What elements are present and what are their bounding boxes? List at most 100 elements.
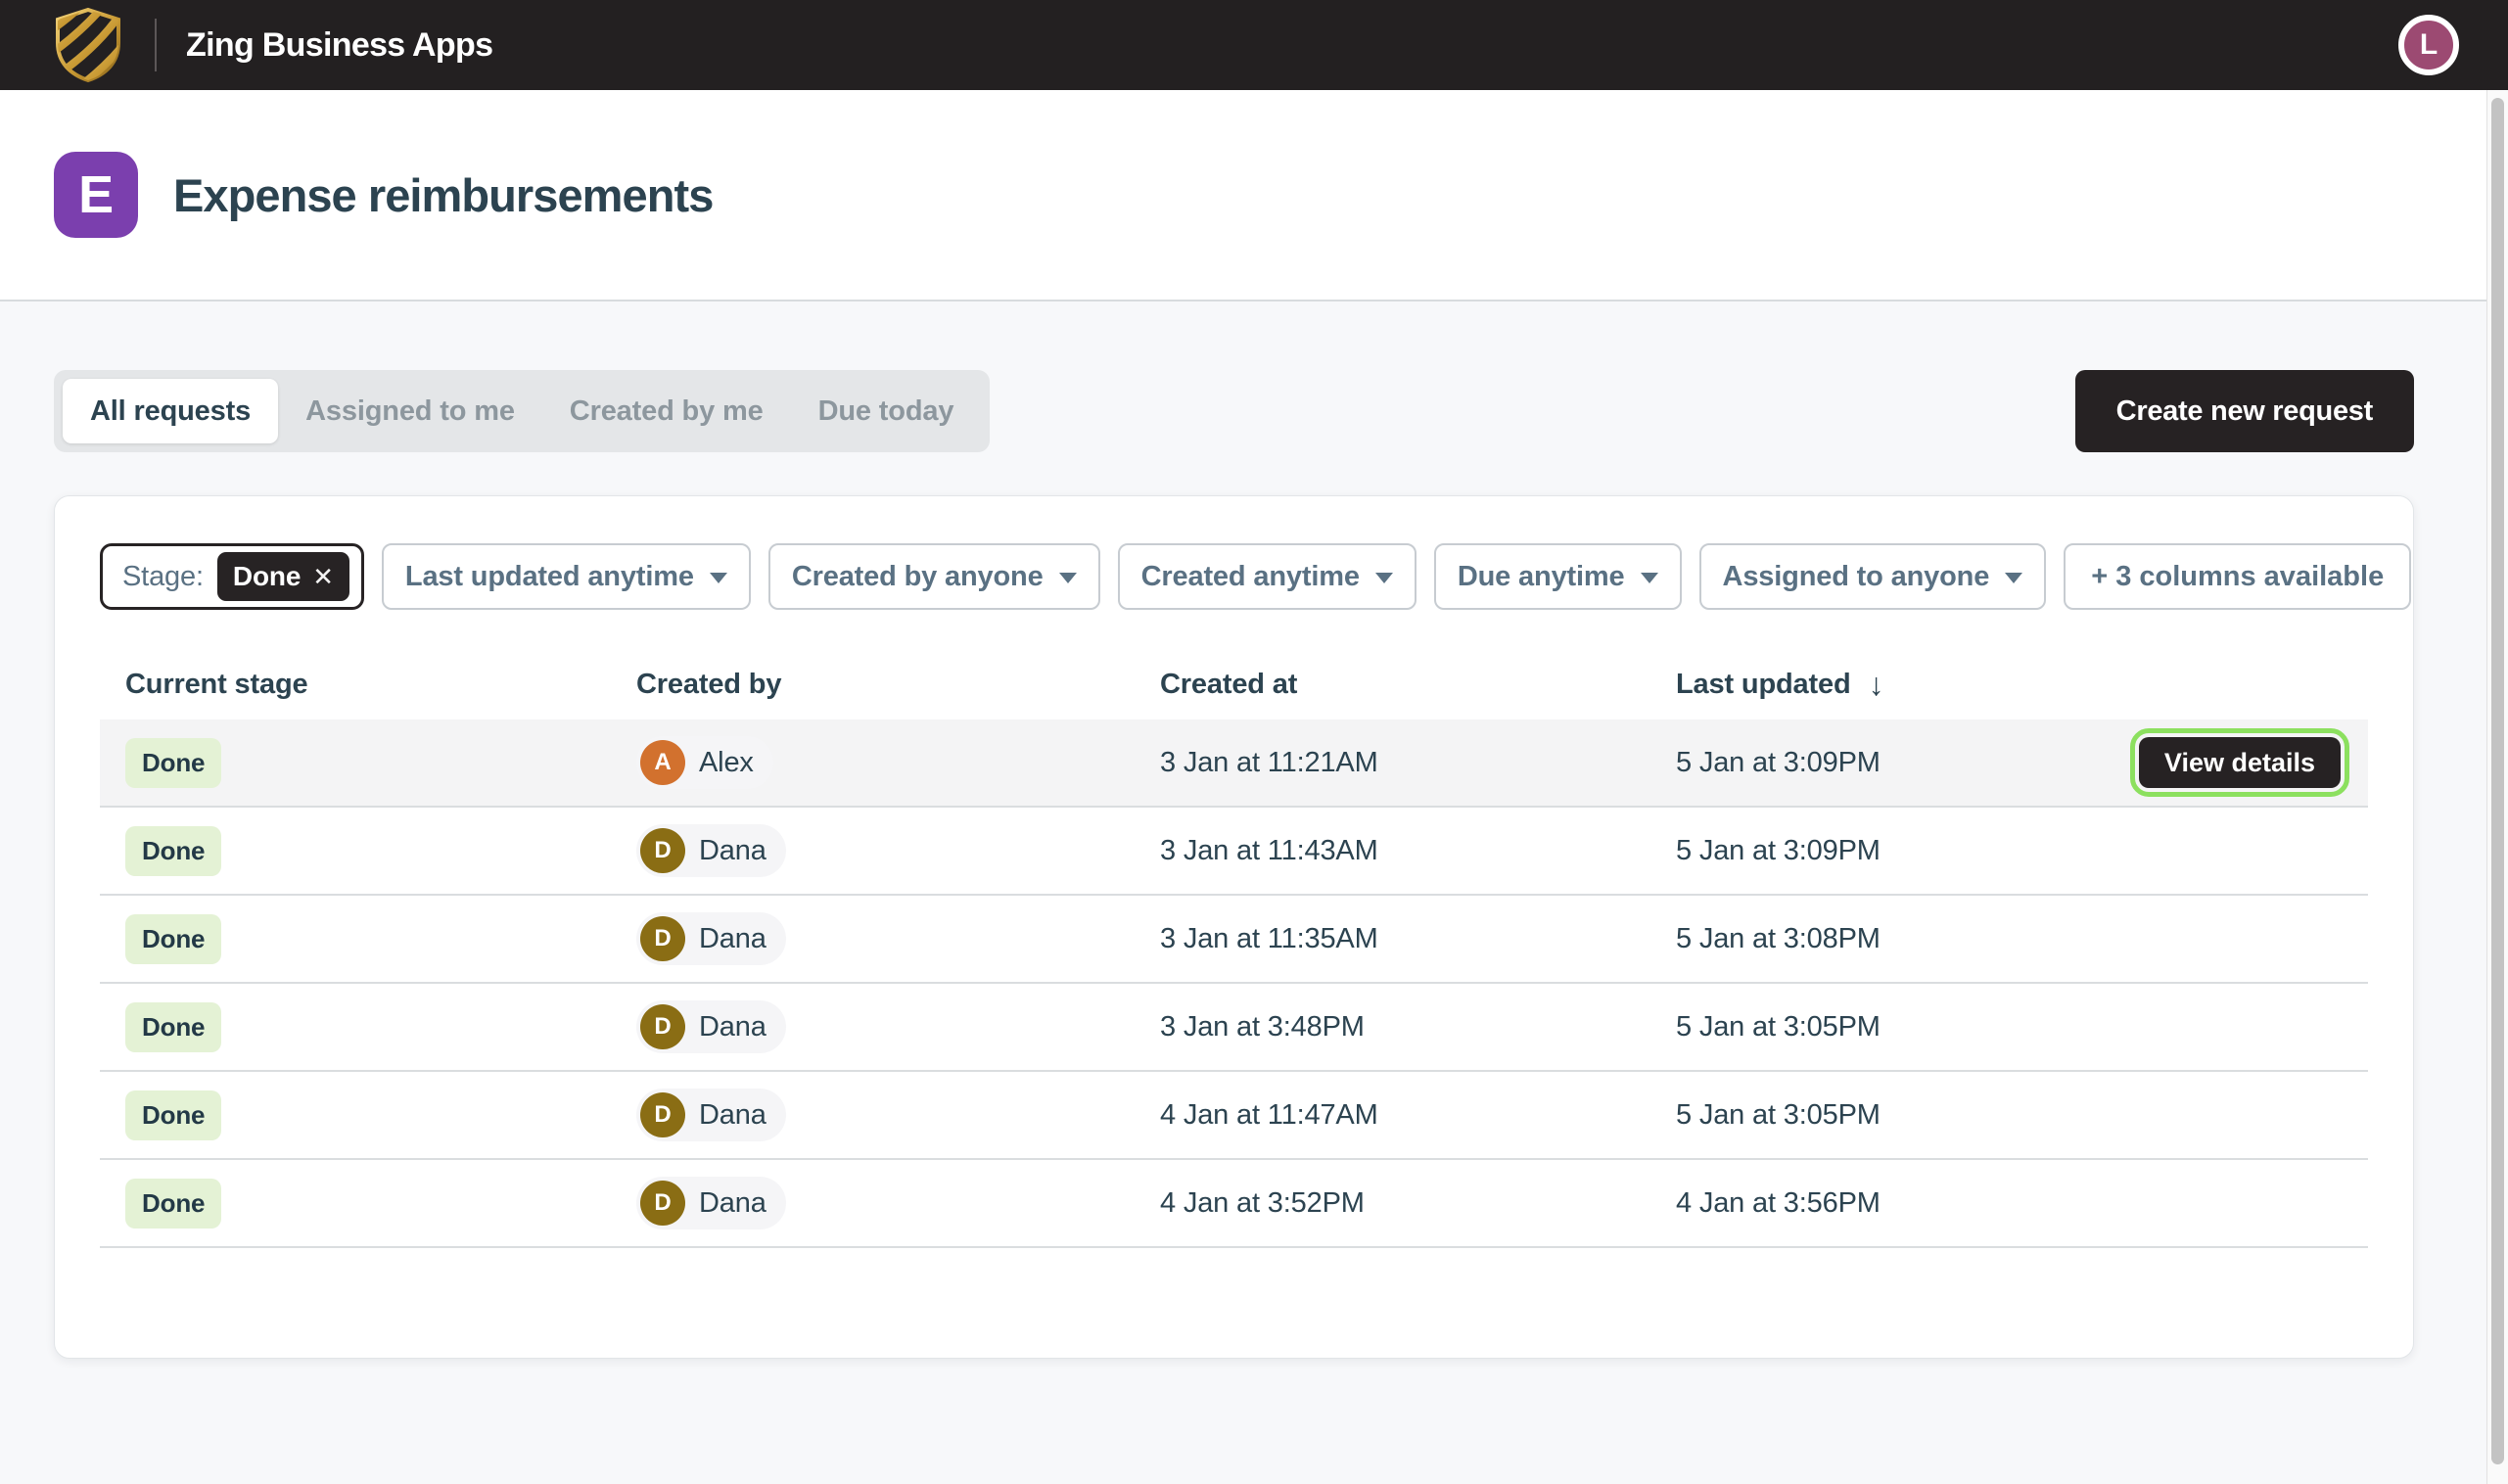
tabs-group: All requests Assigned to me Created by m… xyxy=(54,370,990,452)
actions-cell: View details xyxy=(2096,737,2368,788)
scrollbar-track[interactable] xyxy=(2486,90,2508,1484)
stage-filter-chip[interactable]: Stage: Done ✕ xyxy=(100,543,364,610)
app-tile-icon: E xyxy=(54,152,138,238)
sort-descending-icon[interactable]: ↓ xyxy=(1869,667,1884,703)
tab[interactable]: Due today xyxy=(791,379,982,443)
filter-dropdown-label: Created anytime xyxy=(1141,561,1360,593)
created-by-cell: D Dana xyxy=(611,1177,1135,1229)
filter-dropdown-label: Due anytime xyxy=(1458,561,1625,593)
column-header-created-by[interactable]: Created by xyxy=(611,669,1135,701)
filter-dropdown[interactable]: Last updated anytime xyxy=(382,543,751,610)
topbar: Zing Business Apps L xyxy=(0,0,2508,90)
current-stage-cell: Done xyxy=(100,738,611,788)
last-updated-cell: 5 Jan at 3:09PM xyxy=(1650,747,2096,779)
page-header: E Expense reimbursements xyxy=(0,90,2486,301)
toolbar: All requests Assigned to me Created by m… xyxy=(54,370,2414,452)
create-new-request-button[interactable]: Create new request xyxy=(2075,370,2414,452)
filter-dropdown-label: Last updated anytime xyxy=(405,561,694,593)
person-avatar: D xyxy=(640,1092,685,1137)
stage-filter-value: Done xyxy=(233,561,301,592)
stage-badge: Done xyxy=(125,1002,221,1052)
created-at-cell: 4 Jan at 11:47AM xyxy=(1135,1099,1650,1132)
requests-card: Stage: Done ✕ Last updated anytime Creat… xyxy=(54,495,2414,1359)
stage-badge: Done xyxy=(125,826,221,876)
table-row[interactable]: Done D Dana 3 Jan at 11:35AM 5 Jan at 3:… xyxy=(100,896,2368,984)
tab[interactable]: Assigned to me xyxy=(278,379,542,443)
filter-dropdown[interactable]: Due anytime xyxy=(1434,543,1682,610)
person-chip: D Dana xyxy=(636,1000,786,1053)
person-chip: D Dana xyxy=(636,1089,786,1141)
chevron-down-icon xyxy=(2005,573,2022,583)
person-avatar: D xyxy=(640,1004,685,1049)
page: E Expense reimbursements All requests As… xyxy=(0,90,2486,1359)
topbar-divider xyxy=(155,19,157,71)
user-avatar[interactable]: L xyxy=(2398,15,2459,75)
stage-filter-label: Stage: xyxy=(122,561,204,593)
stage-badge: Done xyxy=(125,1090,221,1140)
last-updated-cell: 5 Jan at 3:05PM xyxy=(1650,1011,2096,1043)
created-by-cell: D Dana xyxy=(611,912,1135,965)
created-by-cell: A Alex xyxy=(611,736,1135,789)
filter-dropdown[interactable]: Created anytime xyxy=(1118,543,1417,610)
current-stage-cell: Done xyxy=(100,914,611,964)
current-stage-cell: Done xyxy=(100,1179,611,1229)
chevron-down-icon xyxy=(1375,573,1393,583)
table-row[interactable]: Done A Alex 3 Jan at 11:21AM 5 Jan at 3:… xyxy=(100,719,2368,808)
person-avatar: D xyxy=(640,828,685,873)
tab[interactable]: All requests xyxy=(63,379,278,443)
stage-badge: Done xyxy=(125,738,221,788)
chevron-down-icon xyxy=(710,573,727,583)
person-name: Alex xyxy=(699,747,754,779)
filter-dropdown[interactable]: Assigned to anyone xyxy=(1699,543,2047,610)
filter-dropdown[interactable]: Created by anyone xyxy=(768,543,1100,610)
chevron-down-icon xyxy=(1059,573,1077,583)
table-row[interactable]: Done D Dana 4 Jan at 3:52PM 4 Jan at 3:5… xyxy=(100,1160,2368,1248)
current-stage-cell: Done xyxy=(100,826,611,876)
table-row[interactable]: Done D Dana 4 Jan at 11:47AM 5 Jan at 3:… xyxy=(100,1072,2368,1160)
filter-dropdown-label: Created by anyone xyxy=(792,561,1044,593)
person-chip: D Dana xyxy=(636,824,786,877)
last-updated-cell: 5 Jan at 3:08PM xyxy=(1650,923,2096,955)
stage-badge: Done xyxy=(125,914,221,964)
person-avatar: A xyxy=(640,740,685,785)
view-details-button[interactable]: View details xyxy=(2139,737,2341,788)
table-header: Current stage Created by Created at Last… xyxy=(100,649,2368,719)
created-by-cell: D Dana xyxy=(611,1000,1135,1053)
chevron-down-icon xyxy=(1641,573,1658,583)
gold-shield-icon[interactable] xyxy=(51,7,125,83)
person-name: Dana xyxy=(699,1099,766,1132)
created-at-cell: 4 Jan at 3:52PM xyxy=(1135,1187,1650,1220)
person-avatar: D xyxy=(640,916,685,961)
app-name: Zing Business Apps xyxy=(186,26,492,65)
table-row[interactable]: Done D Dana 3 Jan at 11:43AM 5 Jan at 3:… xyxy=(100,808,2368,896)
column-header-last-updated[interactable]: Last updated ↓ xyxy=(1650,667,2096,703)
remove-filter-icon[interactable]: ✕ xyxy=(312,562,334,592)
filter-row: Stage: Done ✕ Last updated anytime Creat… xyxy=(100,543,2368,610)
scrollbar-thumb[interactable] xyxy=(2491,98,2504,1464)
person-chip: A Alex xyxy=(636,736,773,789)
person-avatar: D xyxy=(640,1181,685,1226)
created-at-cell: 3 Jan at 11:43AM xyxy=(1135,835,1650,867)
content-area: All requests Assigned to me Created by m… xyxy=(0,301,2486,1359)
last-updated-cell: 5 Jan at 3:05PM xyxy=(1650,1099,2096,1132)
person-name: Dana xyxy=(699,835,766,867)
stage-badge: Done xyxy=(125,1179,221,1229)
created-by-cell: D Dana xyxy=(611,1089,1135,1141)
current-stage-cell: Done xyxy=(100,1002,611,1052)
person-chip: D Dana xyxy=(636,1177,786,1229)
filter-dropdown-label: Assigned to anyone xyxy=(1723,561,1990,593)
person-name: Dana xyxy=(699,1011,766,1043)
current-stage-cell: Done xyxy=(100,1090,611,1140)
column-header-created-at[interactable]: Created at xyxy=(1135,669,1650,701)
last-updated-cell: 5 Jan at 3:09PM xyxy=(1650,835,2096,867)
last-updated-cell: 4 Jan at 3:56PM xyxy=(1650,1187,2096,1220)
created-by-cell: D Dana xyxy=(611,824,1135,877)
table-row[interactable]: Done D Dana 3 Jan at 3:48PM 5 Jan at 3:0… xyxy=(100,984,2368,1072)
created-at-cell: 3 Jan at 11:21AM xyxy=(1135,747,1650,779)
person-chip: D Dana xyxy=(636,912,786,965)
page-title: Expense reimbursements xyxy=(173,168,713,222)
column-header-current-stage[interactable]: Current stage xyxy=(100,669,611,701)
created-at-cell: 3 Jan at 11:35AM xyxy=(1135,923,1650,955)
columns-available-button[interactable]: + 3 columns available xyxy=(2064,543,2411,610)
tab[interactable]: Created by me xyxy=(542,379,791,443)
